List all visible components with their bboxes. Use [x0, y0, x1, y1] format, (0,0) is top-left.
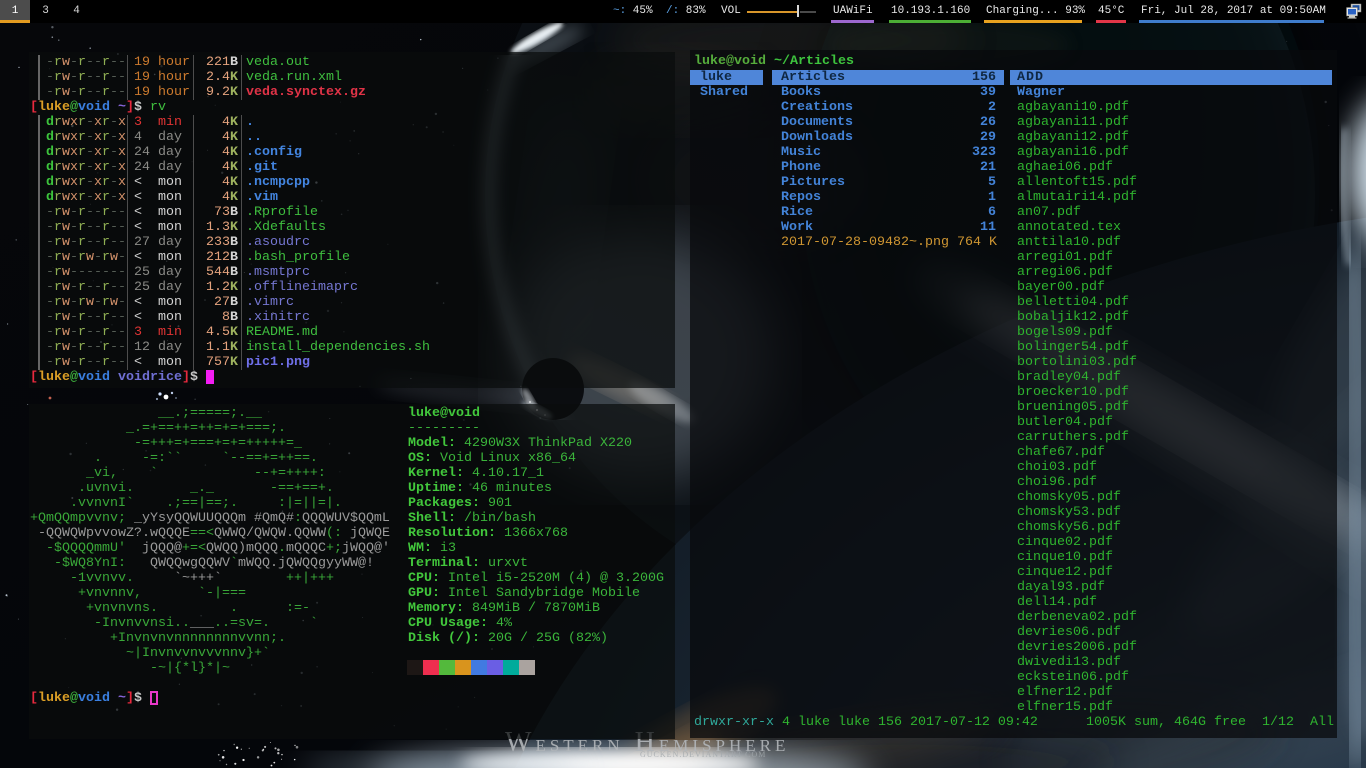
svg-text:GUCKEN.DEVIANTART.COM: GUCKEN.DEVIANTART.COM — [640, 750, 766, 759]
